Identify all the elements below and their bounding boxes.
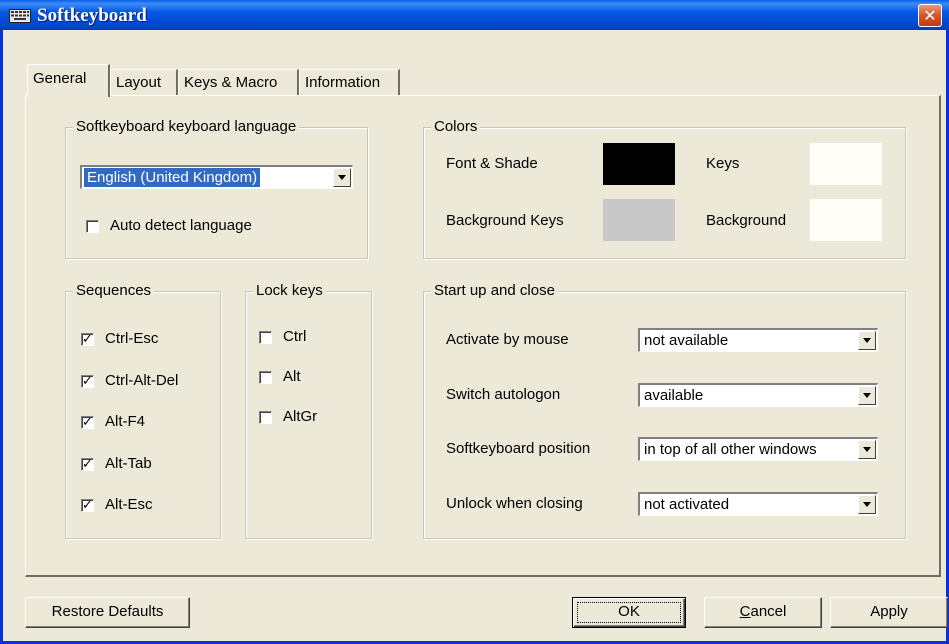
switch-autologon-select[interactable]: available <box>638 382 878 407</box>
cancel-button-mnemonic: C <box>739 603 751 620</box>
language-group-title: Softkeyboard keyboard language <box>73 118 300 136</box>
chevron-down-icon[interactable] <box>333 168 351 187</box>
checkbox-box[interactable] <box>259 411 272 424</box>
activate-by-mouse-select[interactable]: not available <box>638 328 878 352</box>
softkeyboard-position-select[interactable]: in top of all other windows <box>638 437 878 461</box>
keyboard-icon <box>9 9 31 23</box>
sequence-alt-tab-label: Alt-Tab <box>105 454 152 472</box>
colors-group-title: Colors <box>431 118 481 136</box>
auto-detect-language-label: Auto detect language <box>110 217 252 234</box>
language-group: Softkeyboard keyboard language <box>65 118 368 259</box>
sequence-alt-f4-label: Alt-F4 <box>105 413 146 430</box>
background-keys-label: Background Keys <box>446 212 564 229</box>
softkeyboard-position-label: Softkeyboard position <box>446 440 591 457</box>
chevron-down-icon[interactable] <box>858 440 876 459</box>
keys-color-swatch[interactable] <box>810 143 882 185</box>
sequence-alt-esc-label: Alt-Esc <box>105 496 153 513</box>
unlock-when-closing-select[interactable]: not activated <box>638 491 878 516</box>
softkeyboard-dialog: Softkeyboard ✕ Layout Keys & Macro Infor… <box>0 0 949 644</box>
background-color-swatch[interactable] <box>810 199 882 241</box>
window-title: Softkeyboard <box>37 5 147 26</box>
tab-information[interactable]: Information <box>299 69 400 95</box>
tab-keys-macro[interactable]: Keys & Macro <box>178 69 299 95</box>
unlock-when-closing-select-value: not activated <box>644 495 730 513</box>
checkbox-box[interactable] <box>259 331 272 344</box>
softkeyboard-position-select-value: in top of all other windows <box>644 441 817 458</box>
checkbox-box[interactable]: ✓ <box>81 333 94 346</box>
sequence-ctrl-esc-label: Ctrl-Esc <box>105 330 159 347</box>
checkmark-icon: ✓ <box>82 332 93 347</box>
tab-general[interactable]: General <box>27 64 110 97</box>
title-bar[interactable]: Softkeyboard ✕ <box>0 0 949 30</box>
restore-defaults-button[interactable]: Restore Defaults <box>25 597 190 628</box>
font-shade-label: Font & Shade <box>446 155 538 172</box>
language-select-value: English (United Kingdom) <box>84 168 261 187</box>
background-label: Background <box>706 212 787 229</box>
checkbox-box[interactable] <box>259 371 272 384</box>
checkbox-box[interactable]: ✓ <box>81 456 94 472</box>
switch-autologon-label: Switch autologon <box>446 385 561 403</box>
chevron-down-icon[interactable] <box>858 385 876 405</box>
sequence-ctrl-alt-del-label: Ctrl-Alt-Del <box>105 371 179 389</box>
apply-button[interactable]: Apply <box>830 597 948 628</box>
focus-rectangle <box>577 602 681 623</box>
lock-keys-group-title: Lock keys <box>253 282 326 300</box>
chevron-down-icon[interactable] <box>858 331 876 350</box>
chevron-down-icon[interactable] <box>858 494 876 514</box>
activate-by-mouse-select-value: not available <box>644 332 729 349</box>
checkmark-icon: ✓ <box>82 373 93 389</box>
close-button[interactable]: ✕ <box>918 4 942 27</box>
checkmark-icon: ✓ <box>82 415 93 430</box>
checkbox-box[interactable]: ✓ <box>81 373 94 389</box>
lock-ctrl-label: Ctrl <box>283 328 307 345</box>
ok-button[interactable]: OK <box>572 597 686 628</box>
tab-layout[interactable]: Layout <box>110 69 178 95</box>
background-keys-color-swatch[interactable] <box>603 199 675 241</box>
checkbox-box[interactable]: ✓ <box>81 416 94 429</box>
cancel-button-label: ancel <box>750 603 787 620</box>
lock-altgr-label: AltGr <box>283 408 318 425</box>
sequences-group-title: Sequences <box>73 282 155 300</box>
close-icon: ✕ <box>923 6 937 25</box>
startup-close-group-title: Start up and close <box>431 282 558 300</box>
switch-autologon-select-value: available <box>644 386 704 404</box>
cancel-button[interactable]: Cancel <box>704 597 822 628</box>
font-shade-color-swatch[interactable] <box>603 143 675 185</box>
lock-alt-label: Alt <box>283 368 301 385</box>
checkbox-box[interactable]: ✓ <box>81 499 94 512</box>
checkbox-box[interactable] <box>86 220 99 233</box>
keys-label: Keys <box>706 155 740 172</box>
language-select[interactable]: English (United Kingdom) <box>80 165 353 189</box>
checkmark-icon: ✓ <box>82 456 93 472</box>
checkmark-icon: ✓ <box>82 498 93 513</box>
unlock-when-closing-label: Unlock when closing <box>446 494 583 512</box>
activate-by-mouse-label: Activate by mouse <box>446 331 569 348</box>
